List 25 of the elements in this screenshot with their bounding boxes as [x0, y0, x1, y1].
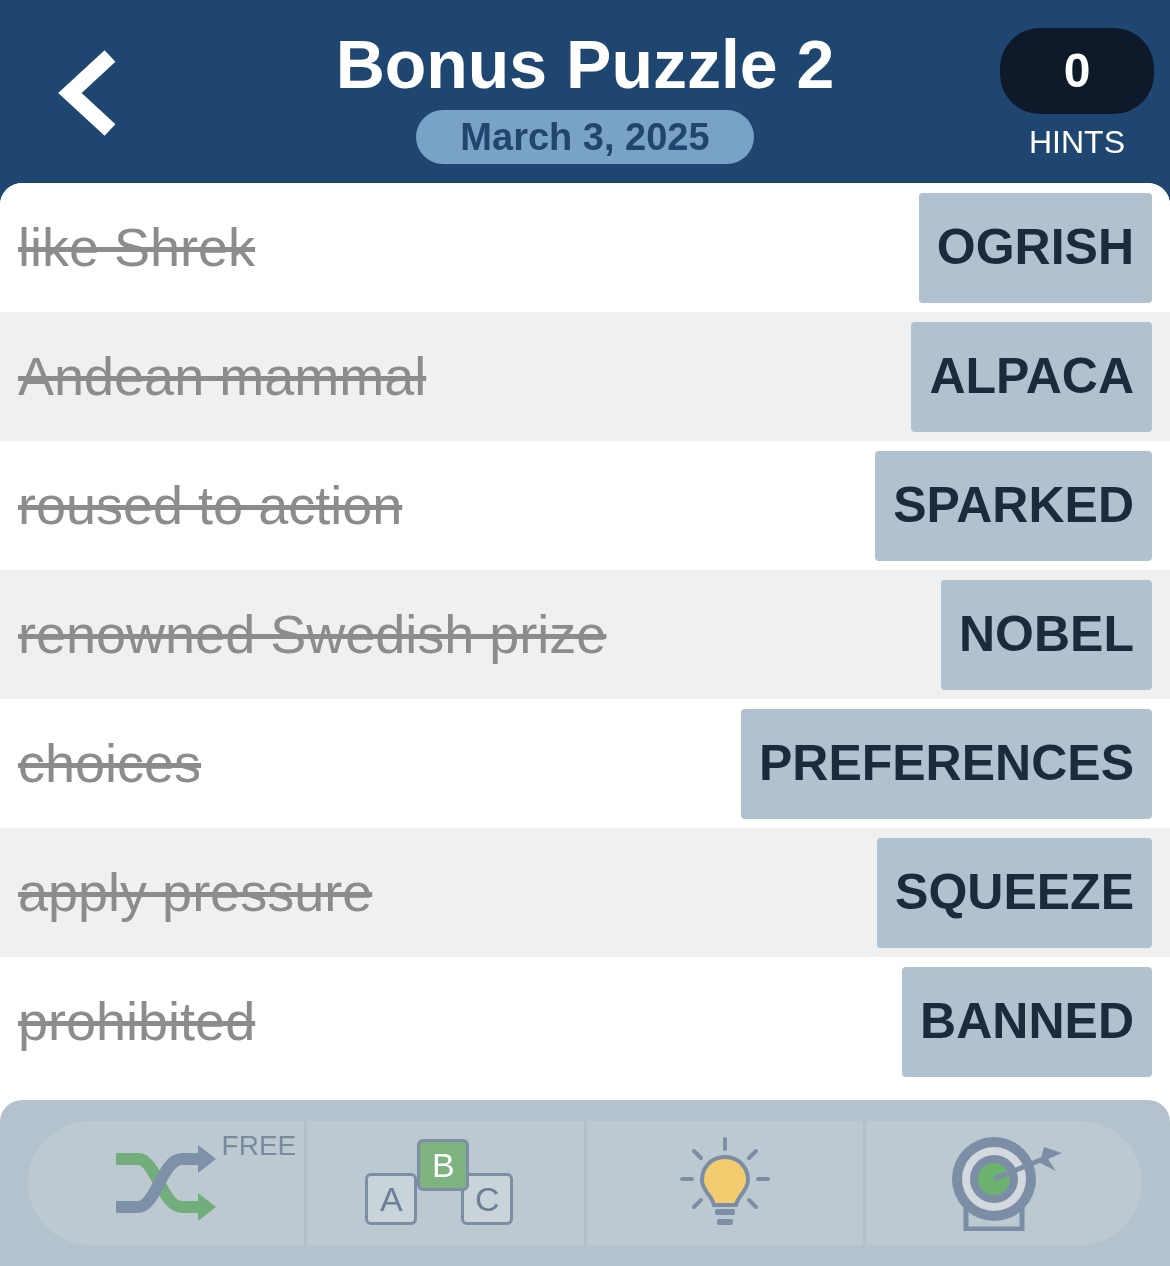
answer-tile: NOBEL [941, 579, 1152, 690]
clue-text: prohibited [18, 990, 256, 1053]
answer-tile: SQUEEZE [877, 837, 1152, 948]
letter-block: C [461, 1173, 514, 1225]
date-label: March 3, 2025 [416, 110, 754, 164]
clue-text: choices [18, 732, 202, 795]
clue-text: renowned Swedish prize [18, 603, 607, 666]
clue-text: like Shrek [18, 216, 256, 279]
clue-text: roused to action [18, 474, 403, 537]
hints-label: HINTS [1029, 123, 1125, 162]
letter-block: B [417, 1139, 470, 1191]
clue-row[interactable]: apply pressure SQUEEZE [0, 828, 1170, 957]
clue-row[interactable]: Andean mammal ALPACA [0, 312, 1170, 441]
answer-tile: BANNED [902, 966, 1152, 1077]
hint-count: 0 [1000, 28, 1154, 114]
free-label: FREE [221, 1129, 297, 1163]
answer-tile: PREFERENCES [740, 708, 1152, 819]
answer-tile: SPARKED [875, 450, 1152, 561]
answer-tile: OGRISH [918, 192, 1152, 303]
clue-text: Andean mammal [18, 345, 427, 408]
answer-tile: ALPACA [911, 321, 1152, 432]
letter-block: A [365, 1173, 418, 1225]
puzzle-title: Bonus Puzzle 2 [335, 26, 835, 102]
clue-row[interactable]: renowned Swedish prize NOBEL [0, 570, 1170, 699]
clue-text: apply pressure [18, 861, 373, 924]
